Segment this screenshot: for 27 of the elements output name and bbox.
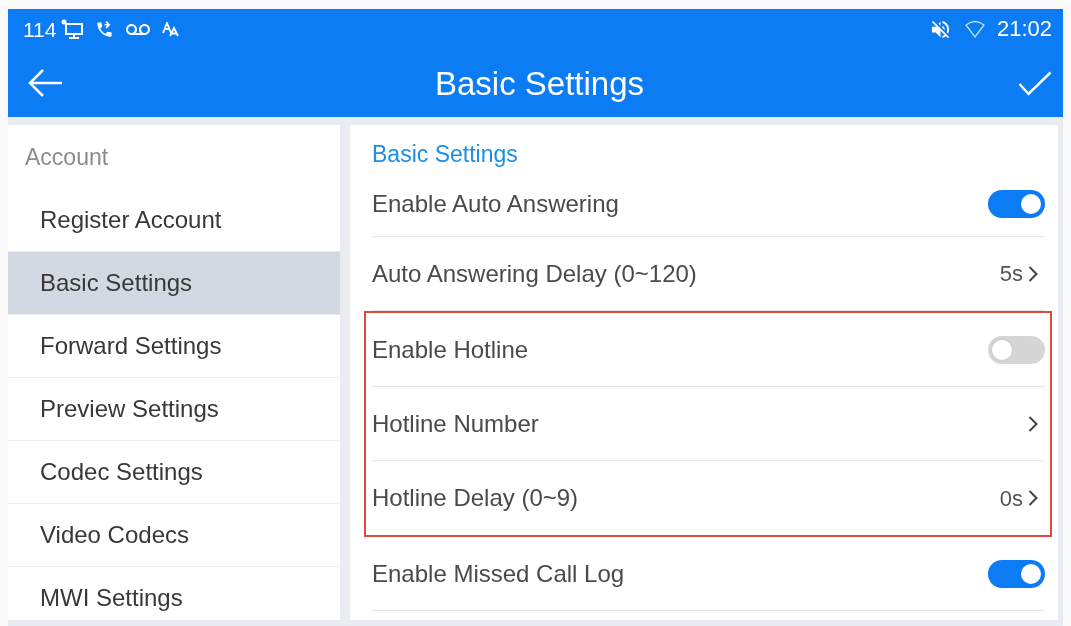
chevron-right-icon: [1028, 490, 1038, 506]
page-title: Basic Settings: [434, 66, 645, 100]
voicemail-icon: [126, 23, 151, 35]
chevron-right-icon: [1028, 415, 1038, 432]
account-number: 114: [23, 18, 57, 40]
section-heading: Basic Settings: [372, 141, 518, 167]
clock-time: 21:02: [996, 18, 1052, 40]
wifi-icon: [964, 20, 985, 38]
text-size-icon: [162, 21, 180, 37]
setting-value: 0s: [999, 484, 1023, 513]
setting-label: Enable Hotline: [372, 334, 529, 365]
phone-icon: [95, 19, 115, 39]
setting-value: 5s: [999, 260, 1023, 288]
back-arrow-icon[interactable]: [27, 67, 63, 99]
toggle-switch[interactable]: [988, 335, 1045, 364]
monitor-icon: [61, 19, 84, 39]
sidebar-item[interactable]: Basic Settings: [8, 252, 340, 315]
checkmark-icon[interactable]: [1018, 70, 1052, 96]
chevron-right-icon: [1028, 265, 1038, 282]
setting-label: Auto Answering Delay (0~120): [372, 258, 697, 289]
setting-label: Enable Auto Answering: [372, 188, 619, 219]
toggle-switch[interactable]: [988, 559, 1045, 588]
setting-label: Enable Missed Call Log: [372, 558, 625, 589]
setting-label: Hotline Delay (0~9): [372, 483, 579, 513]
section-label: Account: [25, 142, 109, 172]
toggle-switch[interactable]: [988, 189, 1045, 218]
setting-label: Hotline Number: [372, 408, 539, 439]
